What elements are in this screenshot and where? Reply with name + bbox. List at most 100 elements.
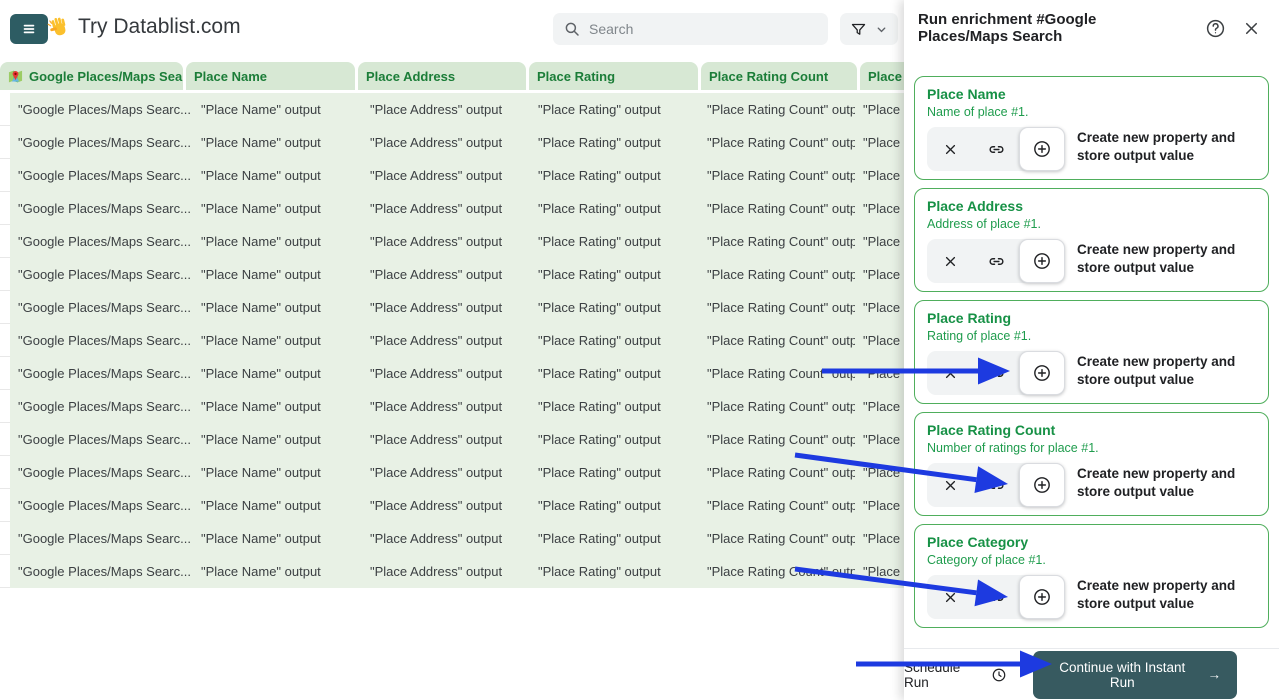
table-cell[interactable]: "Place Address" output — [362, 555, 530, 588]
table-cell[interactable]: "Place Rating" output — [530, 456, 699, 489]
table-cell[interactable]: "Google Places/Maps Searc... — [10, 258, 193, 291]
create-property-button[interactable] — [1019, 351, 1065, 395]
table-cell[interactable]: "Place — [855, 159, 905, 192]
link-property-button[interactable] — [973, 239, 1019, 283]
table-cell[interactable]: "Place Rating Count" output — [699, 456, 855, 489]
discard-output-button[interactable] — [927, 575, 973, 619]
table-cell[interactable]: "Place — [855, 291, 905, 324]
table-cell[interactable]: "Place Address" output — [362, 456, 530, 489]
row-handle[interactable] — [0, 225, 10, 258]
column-header[interactable]: Place Rating — [529, 62, 698, 90]
table-cell[interactable]: "Place Name" output — [193, 357, 362, 390]
row-handle[interactable] — [0, 357, 10, 390]
row-handle[interactable] — [0, 126, 10, 159]
create-property-button[interactable] — [1019, 463, 1065, 507]
link-property-button[interactable] — [973, 463, 1019, 507]
table-cell[interactable]: "Place — [855, 324, 905, 357]
search-input[interactable] — [589, 21, 818, 37]
create-property-button[interactable] — [1019, 127, 1065, 171]
table-cell[interactable]: "Place Rating" output — [530, 357, 699, 390]
table-cell[interactable]: "Place Rating Count" output — [699, 423, 855, 456]
table-cell[interactable]: "Place Rating Count" output — [699, 357, 855, 390]
table-cell[interactable]: "Place Rating" output — [530, 192, 699, 225]
table-cell[interactable]: "Place Rating" output — [530, 555, 699, 588]
schedule-run-button[interactable]: Schedule Run — [904, 660, 1007, 690]
row-handle[interactable] — [0, 423, 10, 456]
table-cell[interactable]: "Place — [855, 225, 905, 258]
page-title[interactable]: Try Datablist.com — [78, 15, 241, 39]
table-cell[interactable]: "Place Rating" output — [530, 423, 699, 456]
table-cell[interactable]: "Place — [855, 555, 905, 588]
table-cell[interactable]: "Place Rating Count" output — [699, 225, 855, 258]
create-property-button[interactable] — [1019, 239, 1065, 283]
table-cell[interactable]: "Google Places/Maps Searc... — [10, 192, 193, 225]
column-header[interactable]: Place — [860, 62, 905, 90]
table-cell[interactable]: "Place Address" output — [362, 423, 530, 456]
table-cell[interactable]: "Place Rating" output — [530, 258, 699, 291]
table-cell[interactable]: "Google Places/Maps Searc... — [10, 126, 193, 159]
table-cell[interactable]: "Place Rating Count" output — [699, 159, 855, 192]
table-cell[interactable]: "Google Places/Maps Searc... — [10, 324, 193, 357]
table-cell[interactable]: "Place Address" output — [362, 357, 530, 390]
table-cell[interactable]: "Google Places/Maps Searc... — [10, 291, 193, 324]
table-cell[interactable]: "Place Address" output — [362, 159, 530, 192]
table-cell[interactable]: "Place Name" output — [193, 423, 362, 456]
table-cell[interactable]: "Place Address" output — [362, 258, 530, 291]
row-handle[interactable] — [0, 489, 10, 522]
row-handle[interactable] — [0, 555, 10, 588]
row-handle[interactable] — [0, 291, 10, 324]
table-cell[interactable]: "Place Rating" output — [530, 489, 699, 522]
table-cell[interactable]: "Place Rating Count" output — [699, 291, 855, 324]
table-cell[interactable]: "Place Name" output — [193, 390, 362, 423]
row-handle[interactable] — [0, 390, 10, 423]
table-cell[interactable]: "Place — [855, 258, 905, 291]
table-cell[interactable]: "Place — [855, 390, 905, 423]
table-cell[interactable]: "Place Rating" output — [530, 390, 699, 423]
table-cell[interactable]: "Place Rating Count" output — [699, 390, 855, 423]
table-cell[interactable]: "Place Name" output — [193, 225, 362, 258]
table-cell[interactable]: "Place Name" output — [193, 324, 362, 357]
column-header[interactable]: Google Places/Maps Sea... — [0, 62, 183, 90]
table-cell[interactable]: "Place Rating Count" output — [699, 126, 855, 159]
table-cell[interactable]: "Place Rating" output — [530, 291, 699, 324]
row-handle[interactable] — [0, 93, 10, 126]
table-cell[interactable]: "Place Rating" output — [530, 225, 699, 258]
table-cell[interactable]: "Place — [855, 423, 905, 456]
table-cell[interactable]: "Google Places/Maps Searc... — [10, 423, 193, 456]
table-cell[interactable]: "Place Rating Count" output — [699, 522, 855, 555]
table-cell[interactable]: "Place Rating Count" output — [699, 324, 855, 357]
table-cell[interactable]: "Place Rating Count" output — [699, 258, 855, 291]
table-cell[interactable]: "Google Places/Maps Searc... — [10, 390, 193, 423]
help-button[interactable] — [1205, 18, 1226, 39]
table-cell[interactable]: "Place Rating Count" output — [699, 555, 855, 588]
table-cell[interactable]: "Place Rating" output — [530, 324, 699, 357]
discard-output-button[interactable] — [927, 463, 973, 507]
column-header[interactable]: Place Address — [358, 62, 526, 90]
table-cell[interactable]: "Place Address" output — [362, 489, 530, 522]
table-cell[interactable]: "Place Address" output — [362, 126, 530, 159]
row-handle[interactable] — [0, 456, 10, 489]
menu-button[interactable] — [10, 14, 48, 44]
table-cell[interactable]: "Google Places/Maps Searc... — [10, 555, 193, 588]
table-cell[interactable]: "Google Places/Maps Searc... — [10, 522, 193, 555]
table-cell[interactable]: "Google Places/Maps Searc... — [10, 357, 193, 390]
row-handle[interactable] — [0, 522, 10, 555]
table-cell[interactable]: "Place Name" output — [193, 489, 362, 522]
discard-output-button[interactable] — [927, 127, 973, 171]
continue-instant-run-button[interactable]: Continue with Instant Run → — [1032, 650, 1237, 699]
table-cell[interactable]: "Place Name" output — [193, 192, 362, 225]
table-cell[interactable]: "Place — [855, 357, 905, 390]
discard-output-button[interactable] — [927, 351, 973, 395]
table-cell[interactable]: "Place — [855, 93, 905, 126]
table-cell[interactable]: "Place — [855, 456, 905, 489]
table-cell[interactable]: "Place — [855, 126, 905, 159]
table-cell[interactable]: "Google Places/Maps Searc... — [10, 489, 193, 522]
row-handle[interactable] — [0, 159, 10, 192]
column-header[interactable]: Place Name — [186, 62, 355, 90]
table-cell[interactable]: "Place Rating Count" output — [699, 489, 855, 522]
table-cell[interactable]: "Place Rating" output — [530, 93, 699, 126]
column-header[interactable]: Place Rating Count — [701, 62, 857, 90]
filter-button[interactable] — [840, 13, 898, 45]
table-cell[interactable]: "Place Name" output — [193, 456, 362, 489]
table-cell[interactable]: "Place Name" output — [193, 93, 362, 126]
